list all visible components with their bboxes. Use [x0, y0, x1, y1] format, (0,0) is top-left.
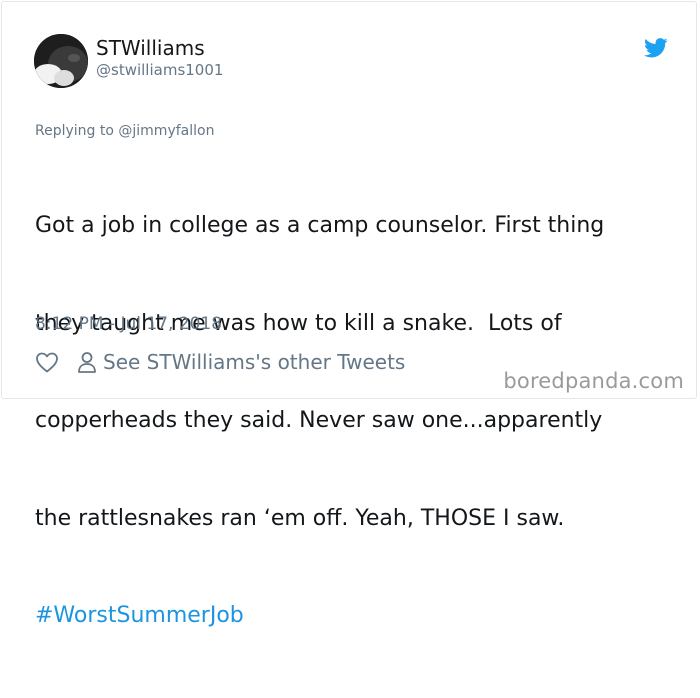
person-icon[interactable]	[77, 351, 97, 373]
tweet-line: Got a job in college as a camp counselor…	[35, 213, 605, 238]
replying-prefix: Replying to	[35, 123, 119, 139]
reply-mention-link[interactable]: @jimmyfallon	[118, 123, 214, 139]
tweet-card: STWilliams @stwilliams1001 Replying to @…	[1, 1, 697, 628]
replying-to: Replying to @jimmyfallon	[35, 123, 214, 139]
tweet-line: the rattlesnakes ran ‘em off. Yeah, THOS…	[35, 505, 565, 531]
tweet-timestamp[interactable]: 8:12 PM - Jul 17, 2018	[35, 314, 222, 334]
tweet-actions: See STWilliams's other Tweets	[35, 348, 405, 376]
heart-icon[interactable]	[35, 351, 59, 373]
avatar[interactable]	[34, 34, 88, 88]
watermark-text: boredpanda.com	[503, 369, 684, 393]
hashtag-link[interactable]: #WorstSummerJob	[35, 600, 675, 633]
tweet-line: copperheads they said. Never saw one...a…	[35, 408, 603, 433]
see-other-tweets-link[interactable]: See STWilliams's other Tweets	[103, 350, 405, 374]
author-name[interactable]: STWilliams	[96, 36, 205, 60]
twitter-bird-icon[interactable]	[644, 38, 668, 58]
author-handle[interactable]: @stwilliams1001	[96, 61, 223, 79]
tweet-text: Got a job in college as a camp counselor…	[35, 145, 675, 698]
